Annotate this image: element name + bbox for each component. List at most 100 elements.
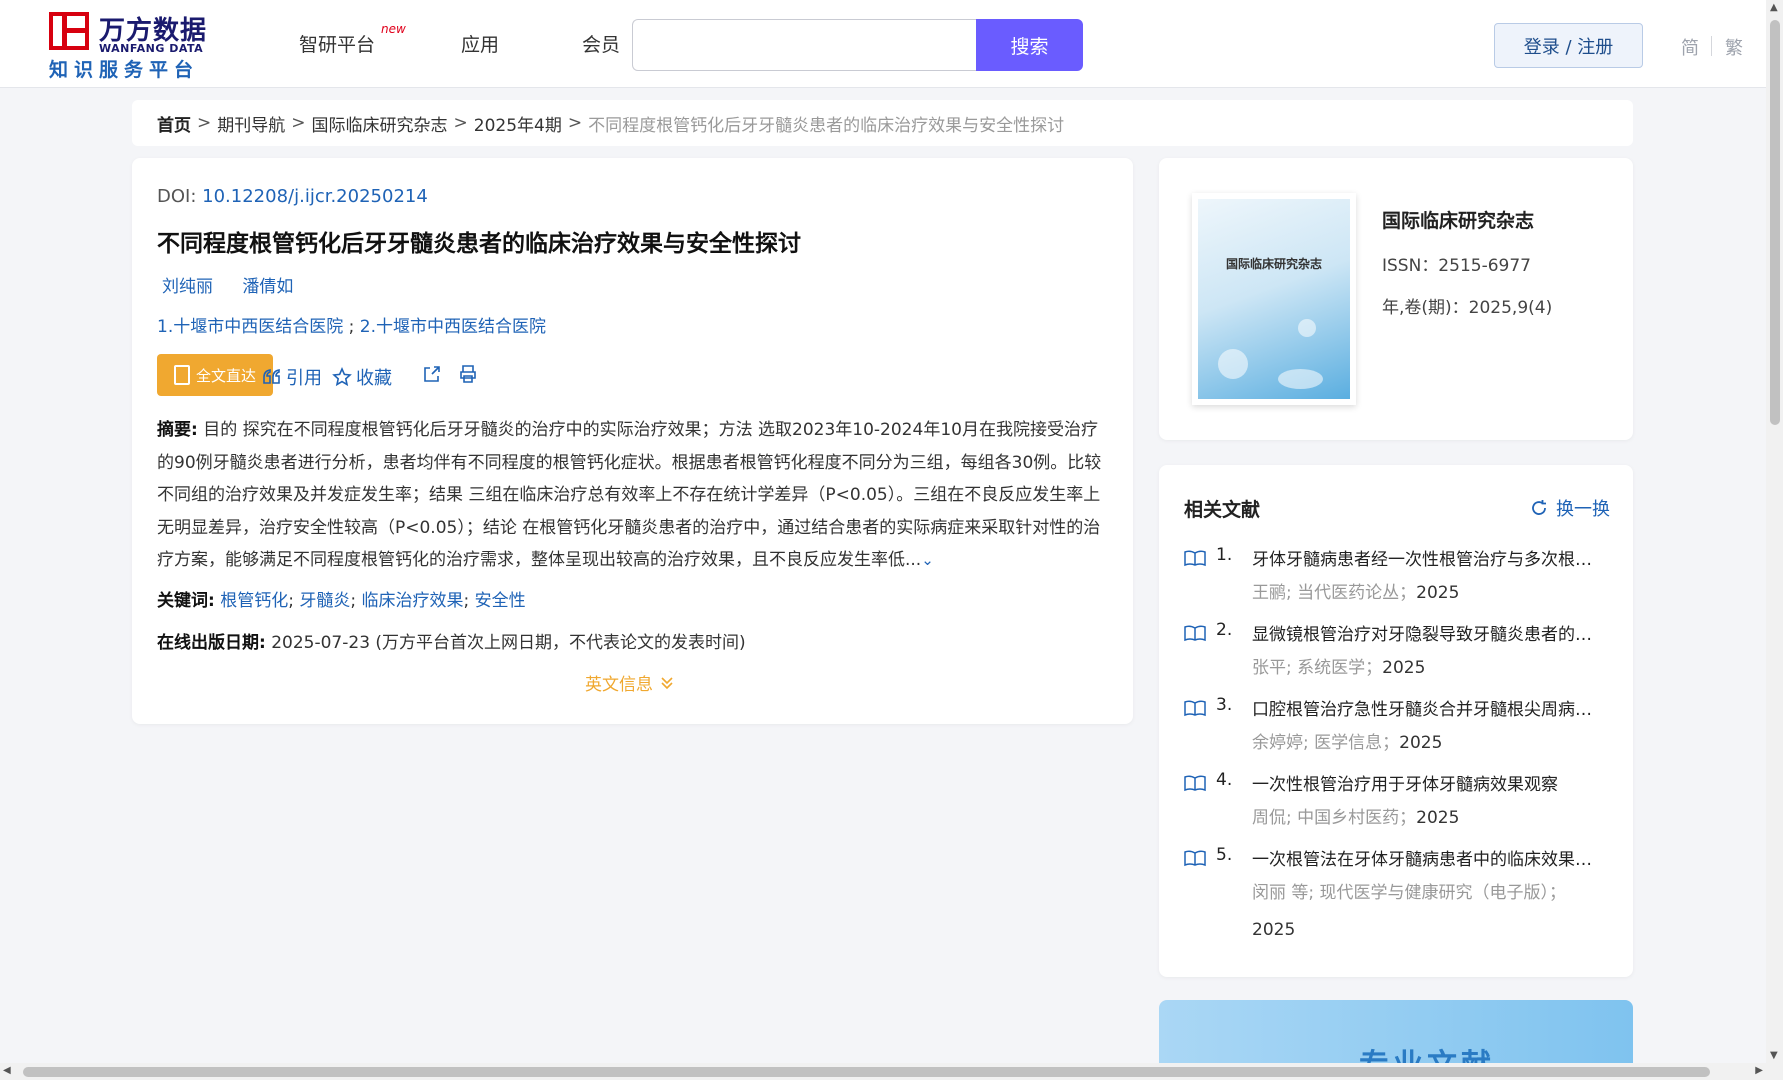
affiliation-link[interactable]: 2.十堰市中西医结合医院 <box>360 317 546 337</box>
breadcrumb-journal[interactable]: 国际临床研究杂志 <box>312 111 448 136</box>
related-title[interactable]: 牙体牙髓病患者经一次性根管治疗与多次根管治疗的临床效果 <box>1252 545 1602 570</box>
scroll-left-icon[interactable]: ◀ <box>3 1065 11 1076</box>
refresh-icon <box>1532 500 1546 515</box>
doi-link[interactable]: 10.12208/j.ijcr.20250214 <box>202 186 428 207</box>
keyword-link[interactable]: 临床治疗效果 <box>362 591 464 611</box>
abstract-text: 目的 探究在不同程度根管钙化后牙牙髓炎的治疗中的实际治疗效果；方法 选取2023… <box>157 420 1102 570</box>
collect-button[interactable]: 收藏 <box>332 364 392 390</box>
related-literature-card: 相关文献 换一换 1. 牙体牙髓病患者经一次性根管治疗与多次根管治疗的临床效果 … <box>1159 465 1633 977</box>
doi-row: DOI: 10.12208/j.ijcr.20250214 <box>157 186 428 207</box>
breadcrumb-journal-nav[interactable]: 期刊导航 <box>217 111 285 136</box>
nav-member[interactable]: 会员 <box>582 30 620 57</box>
double-chevron-down-icon <box>661 676 673 689</box>
related-title[interactable]: 口腔根管治疗急性牙髓炎合并牙髓根尖周病的效果 <box>1252 695 1602 720</box>
breadcrumb-current: 不同程度根管钙化后牙牙髓炎患者的临床治疗效果与安全性探讨 <box>588 115 1065 136</box>
print-icon <box>460 365 476 383</box>
related-title[interactable]: 显微镜根管治疗对牙隐裂导致牙髓炎患者的影响 <box>1252 620 1602 645</box>
expand-chevron-icon[interactable]: ⌄ <box>921 551 934 569</box>
nav-zhiyan[interactable]: 智研平台 new <box>299 22 406 57</box>
keyword-link[interactable]: 根管钙化 <box>220 591 288 611</box>
book-icon <box>1184 850 1206 867</box>
lang-simplified[interactable]: 简 <box>1681 34 1699 60</box>
journal-card: 国际临床研究杂志 国际临床研究杂志 ISSN：2515-6977 年,卷(期)：… <box>1159 158 1633 440</box>
cover-image: 国际临床研究杂志 <box>1198 199 1350 399</box>
free-document-icon <box>173 365 190 385</box>
related-title[interactable]: 一次根管法在牙体牙髓病患者中的临床效果观察 <box>1252 845 1602 870</box>
related-heading: 相关文献 <box>1184 499 1261 521</box>
refresh-button[interactable]: 换一换 <box>1530 495 1610 521</box>
related-num: 5. <box>1216 845 1233 865</box>
related-num: 1. <box>1216 545 1233 565</box>
related-year: 2025 <box>1416 808 1460 828</box>
cover-decor <box>1218 349 1248 379</box>
related-item[interactable]: 2. 显微镜根管治疗对牙隐裂导致牙髓炎患者的影响 张平; 系统医学；2025 <box>1184 620 1614 687</box>
related-item[interactable]: 4. 一次性根管治疗用于牙体牙髓病效果观察 周侃; 中国乡村医药；2025 <box>1184 770 1614 837</box>
breadcrumb-home[interactable]: 首页 <box>157 111 191 136</box>
scroll-up-icon[interactable]: ▲ <box>1770 2 1778 13</box>
abstract-label: 摘要: <box>157 420 198 440</box>
search-input[interactable] <box>632 19 977 71</box>
author-link[interactable]: 刘纯丽 <box>162 277 213 297</box>
pubdate-value: 2025-07-23 <box>271 633 371 653</box>
breadcrumb-issue[interactable]: 2025年4期 <box>474 111 562 136</box>
scroll-down-icon[interactable]: ▼ <box>1770 1050 1778 1061</box>
related-meta: 王鹂; 当代医药论丛； <box>1252 583 1417 603</box>
related-item[interactable]: 5. 一次根管法在牙体牙髓病患者中的临床效果观察 闵丽 等; 现代医学与健康研究… <box>1184 845 1614 949</box>
cite-label: 引用 <box>286 368 322 389</box>
promo-banner[interactable]: 专业文献 <box>1159 1000 1633 1066</box>
english-info-toggle[interactable]: 英文信息 <box>585 670 675 695</box>
related-item[interactable]: 3. 口腔根管治疗急性牙髓炎合并牙髓根尖周病的效果 余婷婷; 医学信息；2025 <box>1184 695 1614 762</box>
cite-button[interactable]: 引用 <box>262 364 322 390</box>
keyword-link[interactable]: 安全性 <box>475 591 526 611</box>
share-button[interactable] <box>422 364 442 384</box>
vertical-scrollbar[interactable]: ▲ ▼ <box>1766 0 1783 1063</box>
star-icon <box>332 367 352 387</box>
top-header: 万方数据 WANFANG DATA 知识服务平台 智研平台 new 应用 会员 … <box>0 0 1766 88</box>
related-item[interactable]: 1. 牙体牙髓病患者经一次性根管治疗与多次根管治疗的临床效果 王鹂; 当代医药论… <box>1184 545 1614 612</box>
lang-traditional[interactable]: 繁 <box>1725 34 1743 60</box>
related-year: 2025 <box>1382 658 1426 678</box>
affiliation-list: 1.十堰市中西医结合医院 ; 2.十堰市中西医结合医院 <box>157 312 546 337</box>
fulltext-button[interactable]: 全文直达 <box>157 354 273 396</box>
article-title: 不同程度根管钙化后牙牙髓炎患者的临床治疗效果与安全性探讨 <box>157 231 801 257</box>
author-list: 刘纯丽 潘倩如 <box>162 272 317 297</box>
wanfang-logo[interactable]: 万方数据 WANFANG DATA 知识服务平台 <box>49 10 219 82</box>
related-title[interactable]: 一次性根管治疗用于牙体牙髓病效果观察 <box>1252 770 1602 795</box>
logo-text-en: WANFANG DATA <box>99 42 204 55</box>
print-button[interactable] <box>458 364 478 384</box>
vertical-scroll-thumb[interactable] <box>1770 20 1780 425</box>
login-register-button[interactable]: 登录 / 注册 <box>1494 23 1643 68</box>
logo-mark-icon <box>49 12 89 50</box>
lang-divider <box>1711 36 1712 56</box>
related-num: 3. <box>1216 695 1233 715</box>
related-num: 2. <box>1216 620 1233 640</box>
related-meta: 张平; 系统医学； <box>1252 658 1383 678</box>
scroll-right-icon[interactable]: ▶ <box>1755 1065 1763 1076</box>
horizontal-scrollbar[interactable]: ◀ ▶ <box>0 1063 1783 1080</box>
breadcrumb-separator: > <box>291 113 306 133</box>
share-icon <box>424 366 440 382</box>
related-meta: 周侃; 中国乡村医药； <box>1252 808 1417 828</box>
journal-cover[interactable]: 国际临床研究杂志 <box>1192 193 1356 405</box>
keyword-link[interactable]: 牙髓炎 <box>299 591 350 611</box>
keywords-row: 关键词: 根管钙化; 牙髓炎; 临床治疗效果; 安全性 <box>157 591 526 611</box>
related-meta: 闵丽 等; 现代医学与健康研究（电子版）； <box>1252 883 1567 903</box>
article-card: DOI: 10.12208/j.ijcr.20250214 不同程度根管钙化后牙… <box>132 158 1133 724</box>
related-meta: 余婷婷; 医学信息； <box>1252 733 1400 753</box>
search-button[interactable]: 搜索 <box>976 19 1083 71</box>
pubdate-note: (万方平台首次上网日期，不代表论文的发表时间) <box>375 633 746 653</box>
journal-name[interactable]: 国际临床研究杂志 <box>1382 206 1534 233</box>
author-link[interactable]: 潘倩如 <box>242 277 293 297</box>
english-info-label: 英文信息 <box>585 675 653 695</box>
nav-apps[interactable]: 应用 <box>461 30 499 57</box>
fulltext-label: 全文直达 <box>195 366 256 385</box>
book-icon <box>1184 625 1206 642</box>
doi-label: DOI: <box>157 186 197 207</box>
related-year: 2025 <box>1416 583 1460 603</box>
cover-title: 国际临床研究杂志 <box>1225 257 1322 271</box>
quote-icon <box>263 369 280 384</box>
affiliation-link[interactable]: 1.十堰市中西医结合医院 <box>157 317 343 337</box>
affiliation-separator: ; <box>348 317 355 337</box>
horizontal-scroll-thumb[interactable] <box>23 1067 1710 1077</box>
cover-decor <box>1278 369 1323 389</box>
